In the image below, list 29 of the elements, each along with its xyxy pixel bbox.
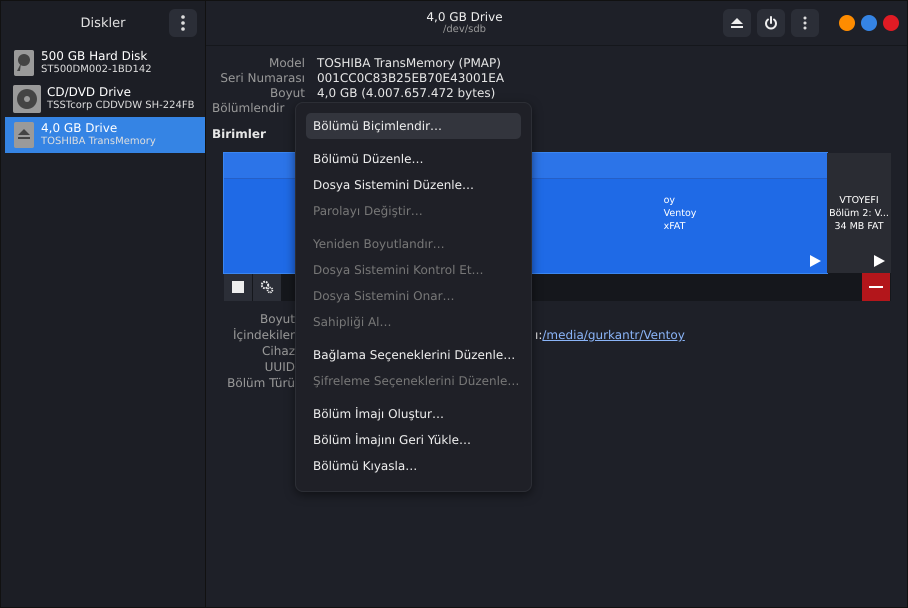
partition-label: Bölüm 2: V... bbox=[829, 206, 889, 220]
info-label: Cihaz bbox=[261, 343, 295, 359]
info-value: 4,0 GB (4.007.657.472 bytes) bbox=[317, 86, 496, 101]
info-label: Model bbox=[268, 56, 305, 71]
volumes-heading: Birimler bbox=[212, 127, 267, 141]
disk-model: TOSHIBA TransMemory bbox=[41, 136, 156, 148]
window-subtitle: /dev/sdb bbox=[442, 24, 486, 36]
partition-label: oy bbox=[664, 194, 676, 206]
sidebar-title: Diskler bbox=[80, 16, 126, 30]
disk-name: CD/DVD Drive bbox=[47, 86, 132, 100]
disk-model: TSSTcorp CDDVDW SH-224FB bbox=[47, 100, 194, 112]
partition-label: 34 MB FAT bbox=[834, 220, 884, 232]
info-label: UUID bbox=[264, 359, 295, 375]
info-value: TOSHIBA TransMemory (PMAP) bbox=[317, 56, 502, 71]
info-label: İçindekiler bbox=[232, 327, 295, 343]
partition-label: Ventoy bbox=[664, 206, 696, 220]
info-label: Seri Numarası bbox=[219, 71, 305, 86]
info-value: 001CC0C83B25EB70E43001EA bbox=[317, 71, 506, 86]
info-label: Bölüm Türü bbox=[226, 375, 295, 391]
info-label: Bölümlendir bbox=[212, 101, 286, 116]
info-value: ı: bbox=[535, 327, 542, 343]
disk-name: 500 GB Hard Disk bbox=[41, 50, 148, 64]
info-label: Boyut bbox=[259, 311, 295, 327]
partition-label: xFAT bbox=[664, 220, 686, 232]
info-label: Boyut bbox=[269, 86, 305, 101]
disk-model: ST500DM002-1BD142 bbox=[41, 64, 152, 76]
partition-label: VTOYEFI bbox=[839, 194, 879, 206]
disk-name: 4,0 GB Drive bbox=[41, 122, 118, 136]
window-title: 4,0 GB Drive bbox=[426, 10, 503, 24]
